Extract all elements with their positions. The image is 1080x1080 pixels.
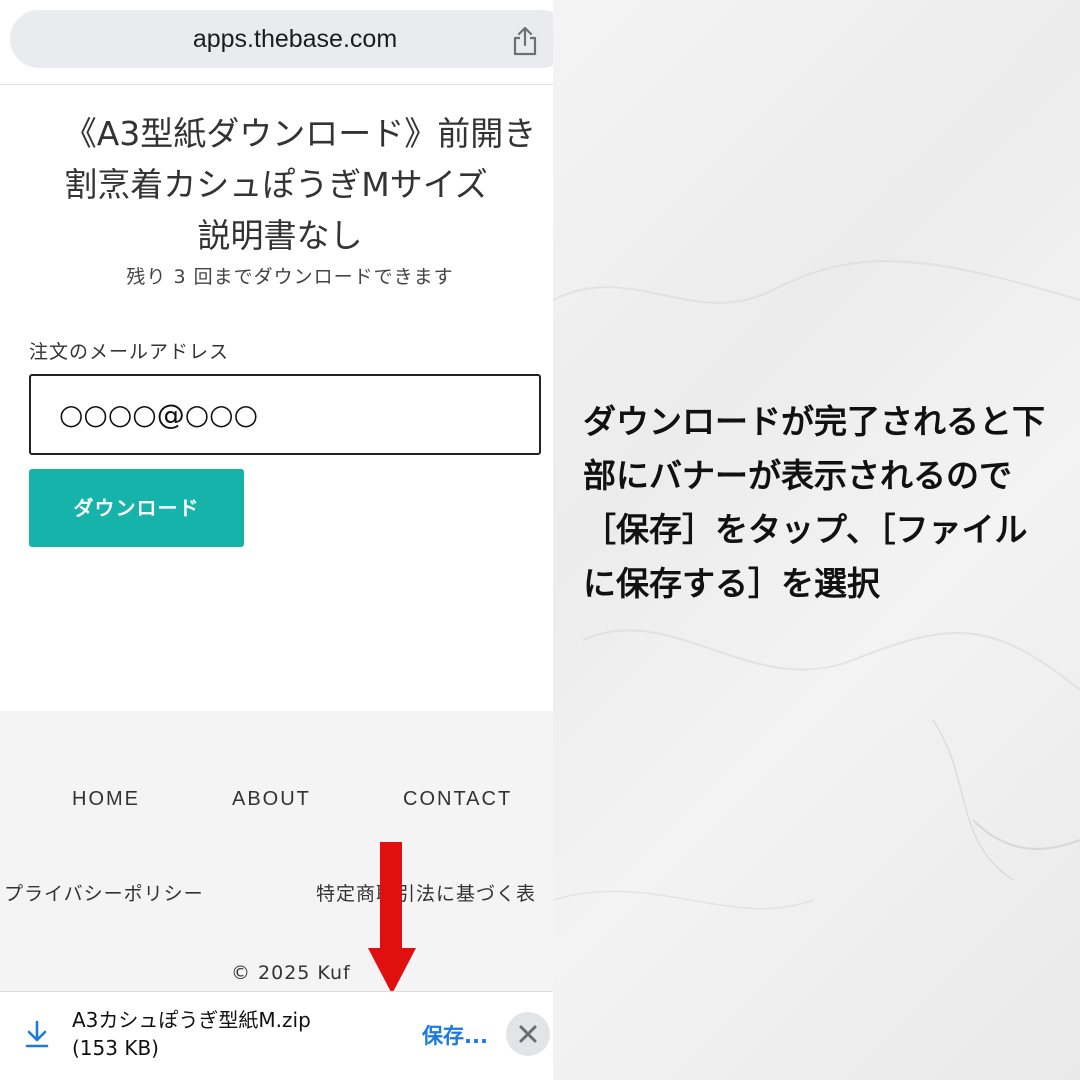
- address-bar[interactable]: apps.thebase.com: [10, 10, 553, 68]
- red-arrow-icon: [368, 842, 416, 994]
- email-input[interactable]: ○○○○@○○○: [29, 374, 541, 455]
- title-line-2: 割烹着カシュぽうぎMサイズ: [64, 165, 488, 204]
- file-name: A3カシュぽうぎ型紙M.zip: [72, 1008, 311, 1032]
- phone-screenshot: apps.thebase.com 《A3型紙ダウンロード》前開き 割烹着カシュぽ…: [0, 0, 553, 1080]
- instruction-line-3: ［保存］をタップ、［ファイル: [583, 510, 1028, 549]
- close-icon: [519, 1025, 537, 1043]
- footer-link-contact[interactable]: CONTACT: [403, 788, 512, 811]
- footer-link-home[interactable]: HOME: [72, 788, 140, 811]
- footer-link-about[interactable]: ABOUT: [232, 788, 311, 811]
- instruction-text: ダウンロードが完了されると下 部にバナーが表示されるので ［保存］をタップ、［フ…: [583, 395, 1078, 611]
- product-title: 《A3型紙ダウンロード》前開き 割烹着カシュぽうぎMサイズ 説明書なし: [20, 108, 553, 261]
- instruction-line-1: ダウンロードが完了されると下: [583, 402, 1045, 441]
- download-button[interactable]: ダウンロード: [29, 469, 244, 547]
- instruction-line-4: に保存する］を選択: [583, 564, 880, 603]
- title-line-3: 説明書なし: [197, 216, 363, 255]
- remaining-downloads: 残り 3 回までダウンロードできます: [126, 266, 454, 288]
- copyright: © 2025 Kuf: [231, 962, 351, 984]
- url-text: apps.thebase.com: [192, 25, 398, 53]
- download-icon: [25, 1020, 49, 1048]
- save-button[interactable]: 保存...: [422, 1020, 488, 1050]
- instruction-line-2: 部にバナーが表示されるので: [583, 456, 1012, 495]
- footer-link-legal[interactable]: 特定商取引法に基づく表: [316, 879, 553, 906]
- email-label: 注文のメールアドレス: [29, 341, 230, 363]
- footer-link-privacy[interactable]: プライバシーポリシー: [4, 879, 204, 906]
- title-line-1: 《A3型紙ダウンロード》前開き: [63, 114, 537, 153]
- share-icon[interactable]: [512, 26, 538, 56]
- file-size: (153 KB): [72, 1036, 159, 1060]
- download-banner: A3カシュぽうぎ型紙M.zip (153 KB) 保存...: [0, 991, 553, 1080]
- close-button[interactable]: [506, 1012, 550, 1056]
- browser-toolbar: apps.thebase.com: [0, 0, 553, 85]
